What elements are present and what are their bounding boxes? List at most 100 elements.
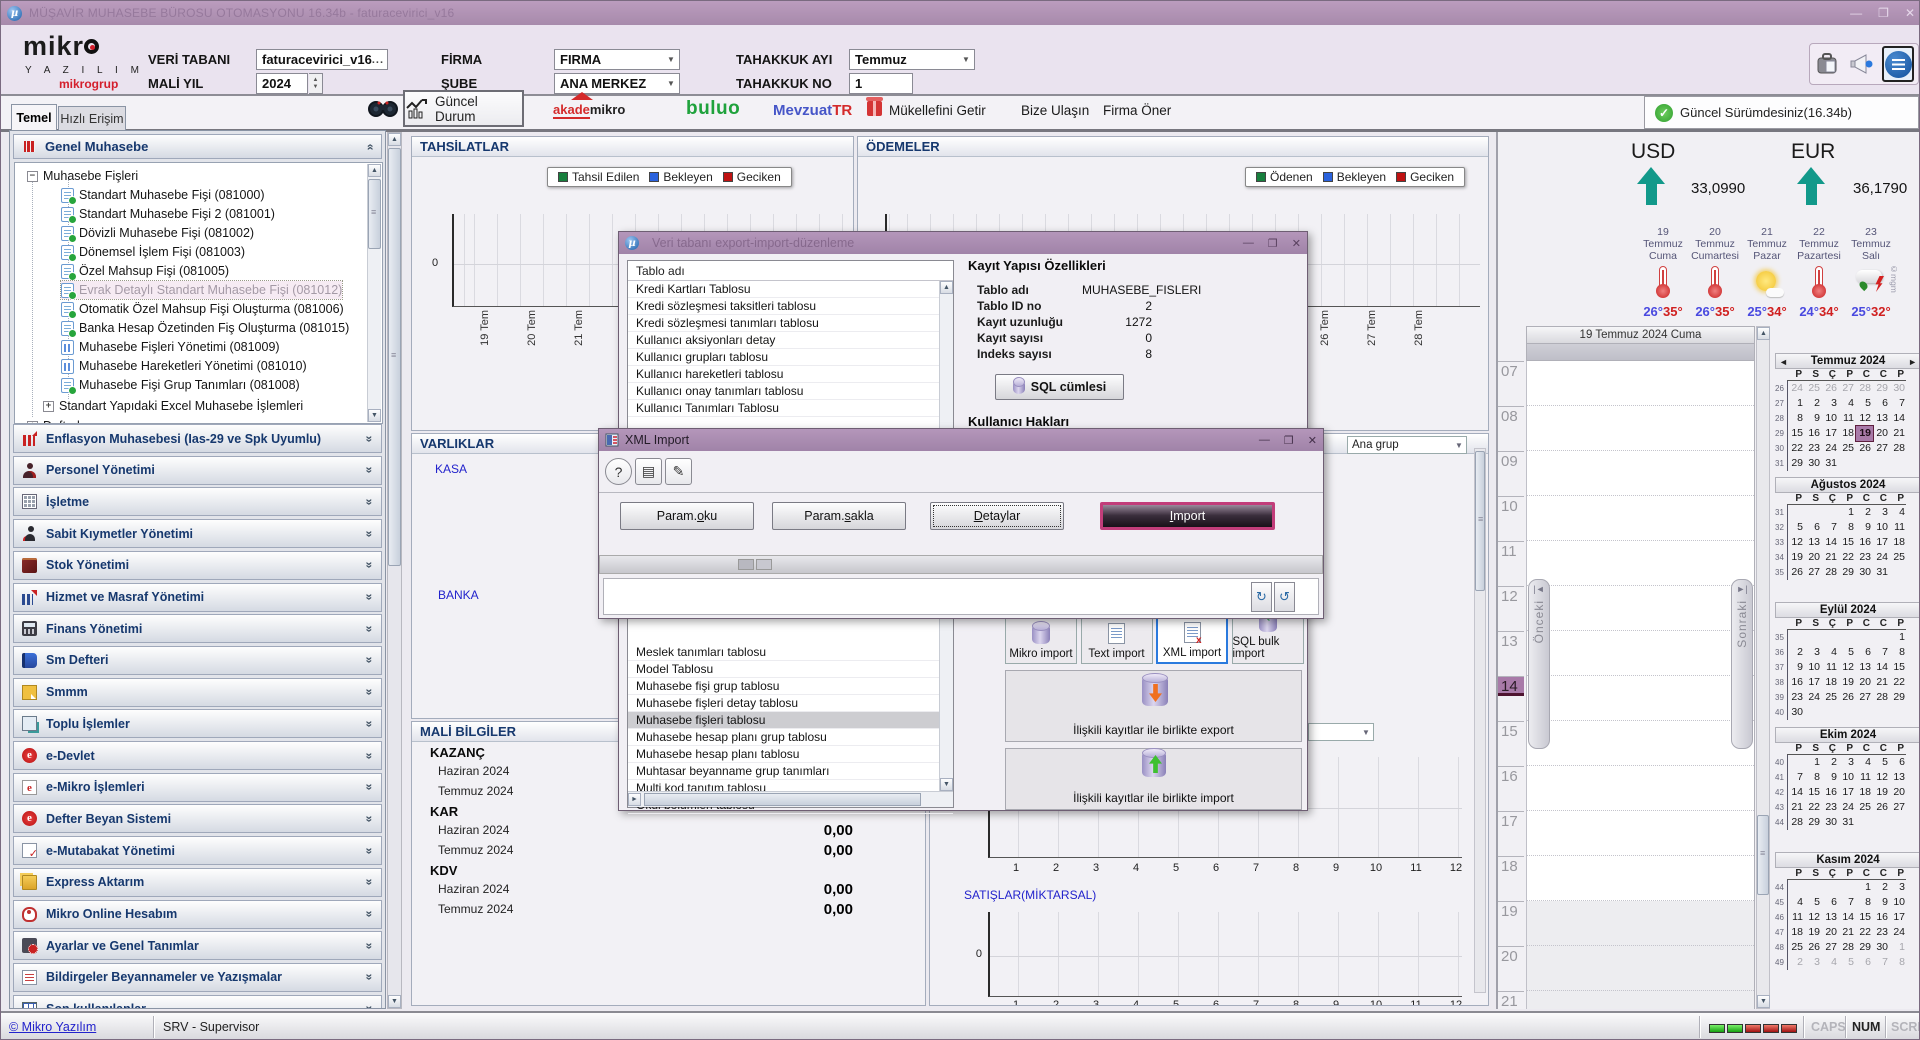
tree-item[interactable]: Banka Hesap Özetinden Fiş Oluşturma (081… [61, 319, 349, 337]
table-list-header[interactable]: Tablo adı [628, 261, 953, 281]
table-row[interactable]: Muhasebe hesap planı grup tablosu [628, 729, 953, 746]
tree-item[interactable]: Dövizli Muhasebe Fişi (081002) [61, 224, 254, 242]
calendar-day[interactable]: 21 [1822, 550, 1839, 565]
calendar-day[interactable]: 12 [1873, 770, 1890, 785]
calendar-day[interactable]: 19 [1873, 785, 1890, 800]
calendar-day[interactable]: 7 [1873, 645, 1890, 660]
menu-button[interactable] [1882, 46, 1914, 82]
sidebar-item-sabit-k-ymetler-y-netimi[interactable]: Sabit Kıymetler Yönetimi» [13, 519, 382, 548]
mali-yil-spinner[interactable]: ▲▼ [309, 73, 323, 94]
sidebar-scrollbar[interactable]: ▲ ▼ [387, 132, 402, 1009]
calendar-day[interactable]: 20 [1822, 925, 1839, 940]
calendar-day[interactable]: 6 [1805, 520, 1822, 535]
calendar-day[interactable]: 30 [1873, 940, 1890, 955]
firma-select[interactable]: FIRMA▼ [554, 49, 680, 70]
calendar-day[interactable]: 1 [1839, 505, 1856, 520]
calendar-day[interactable]: 6 [1890, 755, 1907, 770]
calendar-day[interactable]: 11 [1788, 910, 1805, 925]
calendar-day[interactable]: 11 [1856, 770, 1873, 785]
calendar-day[interactable]: 15 [1839, 535, 1856, 550]
window-minimize-button[interactable]: — [1850, 6, 1862, 20]
calendar-day[interactable]: 2 [1788, 645, 1805, 660]
calendar-day[interactable]: 6 [1856, 645, 1873, 660]
calendar-day[interactable]: 26 [1856, 441, 1873, 456]
calendar-day[interactable]: 23 [1805, 441, 1822, 456]
calendar-day[interactable]: 23 [1873, 925, 1890, 940]
calendar-day[interactable]: 14 [1890, 411, 1907, 426]
documents-button[interactable] [1812, 46, 1844, 82]
schedule-hour-row[interactable] [1527, 451, 1754, 496]
calendar-day[interactable]: 27 [1890, 800, 1907, 815]
calendar-day[interactable]: 5 [1805, 895, 1822, 910]
calendar-day[interactable]: 10 [1873, 520, 1890, 535]
calendar-day[interactable]: 13 [1873, 411, 1890, 426]
calendar-day[interactable]: 22 [1856, 925, 1873, 940]
calendar-day[interactable]: 9 [1873, 895, 1890, 910]
calendar-day[interactable]: 8 [1805, 770, 1822, 785]
calendar-day[interactable]: 7 [1873, 955, 1890, 970]
scroll-up-icon[interactable]: ▲ [388, 133, 401, 146]
calendar-day[interactable]: 25 [1822, 690, 1839, 705]
calendar-day[interactable]: 14 [1839, 910, 1856, 925]
calendar-day[interactable]: 18 [1890, 535, 1907, 550]
calendar-day[interactable]: 23 [1856, 550, 1873, 565]
calendar-day[interactable]: 30 [1788, 705, 1805, 720]
scroll-down-icon[interactable]: ▼ [388, 995, 401, 1008]
tree-item[interactable]: Standart Muhasebe Fişi 2 (081001) [61, 205, 275, 223]
calendar-day[interactable]: 20 [1890, 785, 1907, 800]
keyboard-button[interactable]: ▤ [635, 458, 662, 485]
calendar-day[interactable]: 29 [1839, 565, 1856, 580]
calendar-day[interactable]: 17 [1873, 535, 1890, 550]
calendar-day[interactable]: 16 [1805, 426, 1822, 441]
table-row[interactable]: Muhasebe fişleri detay tablosu [628, 695, 953, 712]
calendar-day[interactable]: 29 [1805, 815, 1822, 830]
ana-grup-select[interactable]: Ana grup▼ [1347, 436, 1467, 454]
calendar-day[interactable]: 28 [1788, 815, 1805, 830]
calendar-day[interactable]: 27 [1805, 565, 1822, 580]
calendar-day[interactable]: 23 [1822, 800, 1839, 815]
calendar-day[interactable]: 27 [1839, 381, 1856, 396]
tree-node-muhasebe-fisleri[interactable]: −Muhasebe Fişleri [27, 167, 138, 185]
table-row[interactable]: Muhasebe fişi grup tablosu [628, 678, 953, 695]
table-row[interactable]: Muhtasar beyanname grup tanımları [628, 763, 953, 780]
banka-label[interactable]: BANKA [438, 588, 479, 602]
sidebar-item-mikro-online-hesab-m[interactable]: Mikro Online Hesabım» [13, 900, 382, 929]
schedule-hour-row[interactable] [1527, 901, 1754, 946]
calendar-day[interactable]: 13 [1822, 910, 1839, 925]
tree-node-defterler[interactable]: +Defterler [27, 417, 91, 424]
schedule-hour-row[interactable] [1527, 361, 1754, 406]
dialog-minimize-button[interactable]: — [1243, 237, 1254, 250]
calendar-day[interactable]: 21 [1788, 800, 1805, 815]
schedule-hour-row[interactable] [1527, 406, 1754, 451]
satis-scrollbar[interactable] [1474, 448, 1486, 993]
sidebar-item-finans-y-netimi[interactable]: Finans Yönetimi» [13, 614, 382, 643]
guncel-durum-button[interactable]: Güncel Durum [403, 90, 524, 127]
calendar-day[interactable]: 29 [1873, 381, 1890, 396]
calendar-day[interactable]: 30 [1805, 456, 1822, 471]
calendar-day[interactable]: 20 [1873, 426, 1890, 441]
calendar-day[interactable]: 19 [1805, 925, 1822, 940]
calendar-day[interactable]: 7 [1788, 770, 1805, 785]
calendar-day[interactable]: 22 [1890, 675, 1907, 690]
calendar-day[interactable]: 11 [1890, 520, 1907, 535]
sql-cumlesi-button[interactable]: SQL cümlesi [995, 374, 1124, 400]
calendar-day[interactable]: 28 [1856, 381, 1873, 396]
calendar-month-title[interactable]: Ekim 2024 [1775, 727, 1920, 743]
schedule-hour-row[interactable] [1527, 991, 1754, 1009]
calendar-day[interactable]: 28 [1873, 690, 1890, 705]
tree-item[interactable]: Otomatik Özel Mahsup Fişi Oluşturma (081… [61, 300, 344, 318]
window-restore-button[interactable]: ❐ [1878, 6, 1889, 20]
schedule-next-button[interactable]: ►|Sonraki [1731, 579, 1753, 749]
calendar-day[interactable]: 30 [1856, 565, 1873, 580]
dialog-close-button[interactable]: ✕ [1308, 434, 1317, 447]
schedule-hour-row[interactable] [1527, 721, 1754, 766]
calendar-day[interactable]: 12 [1856, 411, 1873, 426]
calendar-day[interactable]: 29 [1856, 940, 1873, 955]
tab-temel[interactable]: Temel [11, 104, 57, 130]
calendar-day[interactable]: 1 [1788, 396, 1805, 411]
schedule-hour-row[interactable] [1527, 676, 1754, 721]
calendar-day[interactable]: 9 [1805, 411, 1822, 426]
tree-item[interactable]: Evrak Detaylı Standart Muhasebe Fişi (08… [61, 281, 342, 299]
calendar-day[interactable]: 18 [1822, 675, 1839, 690]
dialog-minimize-button[interactable]: — [1259, 434, 1270, 447]
